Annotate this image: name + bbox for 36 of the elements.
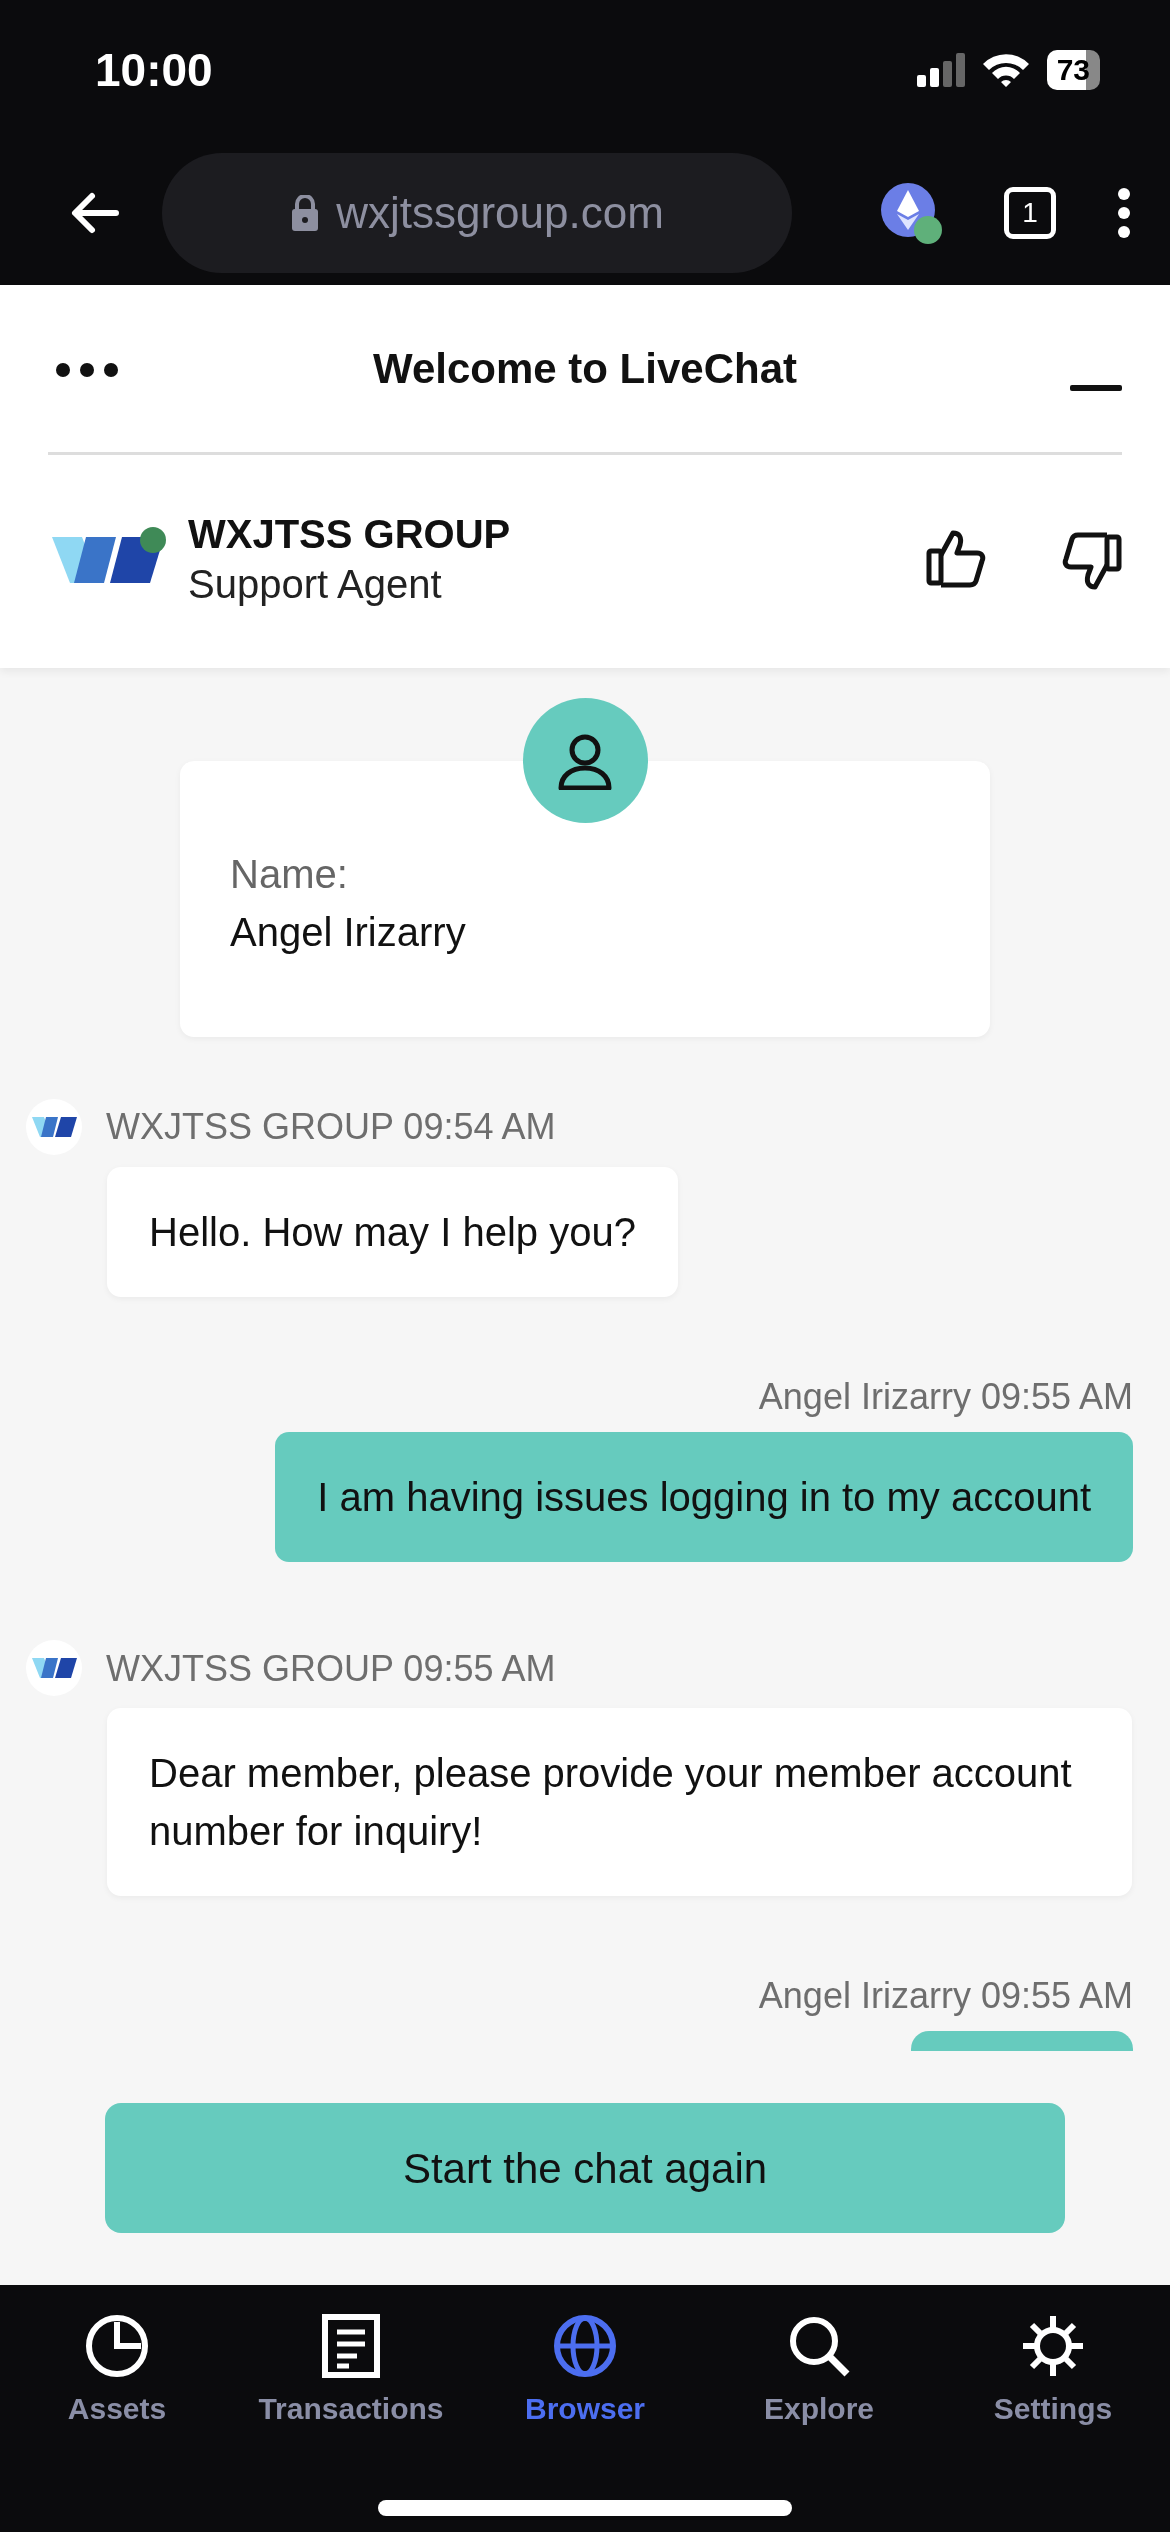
more-options-icon[interactable]: [1118, 187, 1130, 238]
agent-message: Hello. How may I help you?: [107, 1167, 678, 1297]
thumbs-up-icon: [926, 529, 988, 591]
name-label: Name:: [230, 851, 349, 898]
lock-icon: [290, 194, 321, 231]
battery-level: 73: [1046, 50, 1100, 90]
search-icon: [787, 2314, 851, 2378]
agent-avatar-icon: [26, 1099, 82, 1155]
thumbs-up-button[interactable]: [926, 529, 988, 591]
nav-tab[interactable]: Settings: [936, 2313, 1170, 2532]
agent-message: Dear member, please provide your member account number for inquiry!: [107, 1708, 1132, 1897]
nav-tab[interactable]: Transactions: [234, 2313, 468, 2532]
settings-icon: [1021, 2314, 1085, 2378]
message-meta: Angel Irizarry 09:55 AM: [758, 1375, 1133, 1419]
agent-avatar-icon: [26, 1640, 82, 1697]
address-bar[interactable]: wxjtssgroup.com: [162, 152, 792, 273]
restart-chat-button[interactable]: Start the chat again: [105, 2103, 1065, 2234]
name-value: Angel Irizarry: [230, 909, 467, 956]
network-icon[interactable]: [880, 181, 942, 244]
nav-tab[interactable]: Browser: [468, 2313, 702, 2532]
user-message: I am having issues logging in to my account: [275, 1432, 1133, 1563]
globe-icon: [553, 2314, 617, 2378]
tab-count-button[interactable]: 1: [1004, 186, 1056, 239]
pie-chart-icon: [85, 2314, 149, 2378]
status-time: 10:00: [95, 42, 213, 98]
agent-name: WXJTSS GROUP: [188, 511, 511, 558]
more-options-icon[interactable]: [56, 363, 118, 377]
message-meta: WXJTSS GROUP 09:54 AM: [106, 1105, 556, 1149]
chat-title: Welcome to LiveChat: [373, 344, 797, 394]
document-icon: [321, 2314, 381, 2378]
agent-role: Support Agent: [188, 561, 443, 608]
nav-tab[interactable]: Assets: [0, 2313, 234, 2532]
message-meta: WXJTSS GROUP 09:55 AM: [106, 1646, 556, 1690]
signal-icon: [916, 53, 965, 87]
message-meta: Angel Irizarry 09:55 AM: [758, 1974, 1133, 2018]
nav-tab[interactable]: Explore: [702, 2313, 936, 2532]
